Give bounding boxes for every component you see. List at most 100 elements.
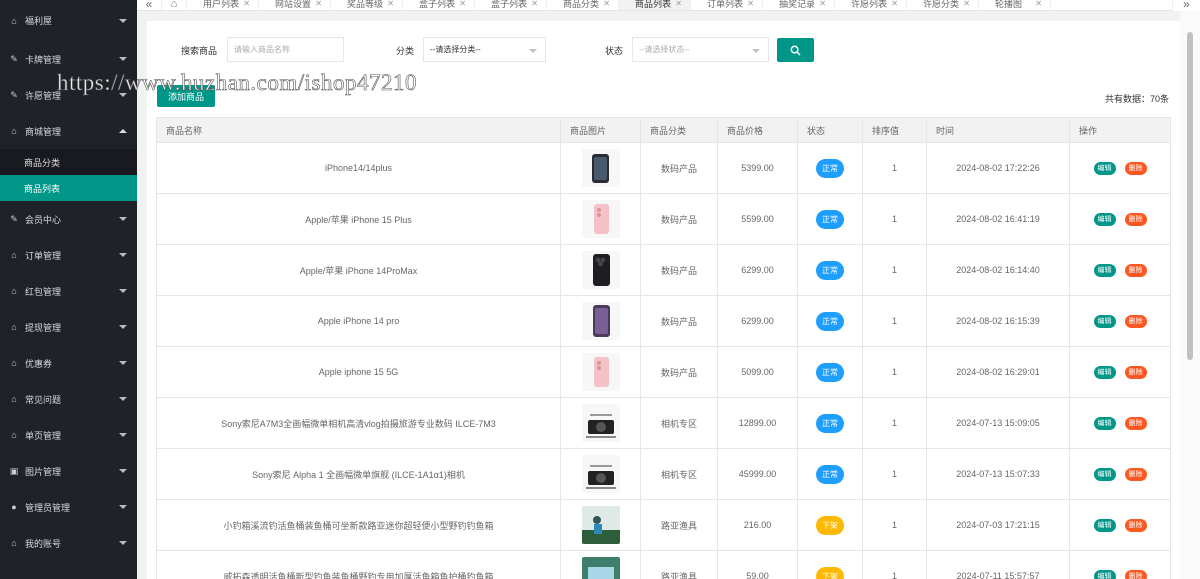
table-row: Sony索尼 Alpha 1 全画幅微单旗舰 (ILCE-1A1α1)相机 相机专… (156, 448, 1171, 500)
edit-button[interactable]: 编辑 (1093, 569, 1116, 579)
delete-button[interactable]: 删除 (1124, 416, 1147, 430)
home-tab[interactable]: ⌂ (162, 0, 187, 10)
delete-button[interactable]: 删除 (1124, 467, 1147, 481)
home-icon: ⌂ (11, 358, 17, 368)
tab[interactable]: 盒子列表 ✕ (475, 0, 547, 10)
sidebar-subitem[interactable]: 商品列表 (0, 175, 137, 201)
sidebar-item[interactable]: ⌂ 单页管理 (0, 417, 137, 453)
close-icon[interactable]: ✕ (963, 0, 970, 8)
tab[interactable]: 商品列表 ✕ (619, 0, 691, 10)
close-icon[interactable]: ✕ (747, 0, 754, 8)
delete-button[interactable]: 删除 (1124, 569, 1147, 579)
tab[interactable]: 订单列表 ✕ (691, 0, 763, 10)
status-badge[interactable]: 正常 (816, 362, 844, 382)
close-icon[interactable]: ✕ (603, 0, 610, 8)
edit-button[interactable]: 编辑 (1093, 365, 1116, 379)
delete-button[interactable]: 删除 (1124, 365, 1147, 379)
close-icon[interactable]: ✕ (1035, 0, 1042, 8)
search-icon (790, 45, 801, 55)
search-button[interactable] (777, 38, 814, 62)
edit-button[interactable]: 编辑 (1093, 467, 1116, 481)
delete-button[interactable]: 删除 (1124, 518, 1147, 532)
sidebar-item[interactable]: ⌂ 提现管理 (0, 309, 137, 345)
tab[interactable]: 盒子列表 ✕ (403, 0, 475, 10)
tab[interactable]: 抽奖记录 ✕ (763, 0, 835, 10)
column-header: 操作 (1069, 117, 1171, 143)
column-header: 商品名称 (156, 117, 561, 143)
delete-button[interactable]: 删除 (1124, 212, 1147, 226)
close-icon[interactable]: ✕ (315, 0, 322, 8)
status-badge[interactable]: 正常 (816, 413, 844, 433)
tab-label: 奖品等级 (347, 0, 384, 9)
sidebar-item[interactable]: ● 管理员管理 (0, 489, 137, 525)
price-cell: 59.00 (717, 550, 798, 579)
sidebar-item-label: 管理员管理 (25, 502, 71, 513)
delete-button[interactable]: 删除 (1124, 161, 1147, 175)
main-content: 搜索商品 请输入商品名称 分类 --请选择分类-- 状态 --请选择状态-- 添… (147, 21, 1180, 579)
chevron-down-icon (119, 217, 127, 221)
product-image-cell (560, 397, 641, 449)
delete-button[interactable]: 删除 (1124, 263, 1147, 277)
status-select[interactable]: --请选择状态-- (632, 37, 769, 62)
status-badge[interactable]: 正常 (816, 464, 844, 484)
close-icon[interactable]: ✕ (459, 0, 466, 8)
sidebar-item[interactable]: ⌂ 我的账号 (0, 525, 137, 561)
delete-button[interactable]: 删除 (1124, 314, 1147, 328)
tab[interactable]: 奖品等级 ✕ (331, 0, 403, 10)
sidebar-item[interactable]: ✎ 卡牌管理 (0, 41, 137, 77)
tabs-scroll-right-button[interactable]: » (1172, 0, 1200, 11)
status-badge[interactable]: 正常 (816, 260, 844, 280)
close-icon[interactable]: ✕ (531, 0, 538, 8)
tab[interactable]: 商品分类 ✕ (547, 0, 619, 10)
product-thumbnail (581, 506, 620, 544)
product-search-input[interactable]: 请输入商品名称 (227, 37, 344, 62)
edit-button[interactable]: 编辑 (1093, 212, 1116, 226)
sidebar-item[interactable]: ⌂ 福利屋 (0, 0, 137, 41)
status-badge[interactable]: 正常 (816, 209, 844, 229)
sidebar-item[interactable]: ▣ 图片管理 (0, 453, 137, 489)
status-badge[interactable]: 下架 (816, 515, 844, 535)
sidebar-item[interactable]: ⌂ 红包管理 (0, 273, 137, 309)
edit-button[interactable]: 编辑 (1093, 314, 1116, 328)
sidebar-item[interactable]: ✎ 会员中心 (0, 201, 137, 237)
tab[interactable]: 轮播图 ✕ (979, 0, 1051, 10)
tab[interactable]: 网站设置 ✕ (259, 0, 331, 10)
tab[interactable]: 许愿列表 ✕ (835, 0, 907, 10)
sidebar-item[interactable]: ⌂ 优惠券 (0, 345, 137, 381)
close-icon[interactable]: ✕ (891, 0, 898, 8)
close-icon[interactable]: ✕ (387, 0, 394, 8)
home-icon: ⌂ (11, 250, 17, 260)
time-cell: 2024-07-03 17:21:15 (926, 499, 1070, 551)
sidebar-item[interactable]: ✎ 许愿管理 (0, 77, 137, 113)
chevron-down-icon (119, 505, 127, 509)
table-row: 小钓箱溪流钓活鱼桶装鱼桶可坐新款路亚迷你超轻便小型野钓钓鱼箱 路亚渔具 216.00… (156, 499, 1171, 551)
sidebar-item[interactable]: ⌂ 订单管理 (0, 237, 137, 273)
tab[interactable]: 许愿分类 ✕ (907, 0, 979, 10)
close-icon[interactable]: ✕ (675, 0, 682, 8)
sidebar-item[interactable]: ⌂ 商城管理 (0, 113, 137, 149)
category-select-value: --请选择分类-- (430, 45, 481, 54)
edit-button[interactable]: 编辑 (1093, 161, 1116, 175)
close-icon[interactable]: ✕ (243, 0, 250, 8)
edit-button[interactable]: 编辑 (1093, 416, 1116, 430)
edit-button[interactable]: 编辑 (1093, 518, 1116, 532)
sidebar-item-label: 红包管理 (25, 286, 62, 297)
status-badge[interactable]: 正常 (816, 158, 844, 178)
close-icon[interactable]: ✕ (819, 0, 826, 8)
chevron-down-icon (119, 361, 127, 365)
status-cell: 正常 (797, 193, 863, 245)
sidebar-item[interactable]: ⌂ 常见问题 (0, 381, 137, 417)
add-product-button[interactable]: 添加商品 (157, 85, 215, 107)
scrollbar-thumb[interactable] (1187, 32, 1193, 360)
actions-cell: 编辑 删除 (1069, 142, 1171, 194)
category-select[interactable]: --请选择分类-- (423, 37, 546, 62)
tabs-scroll-left-button[interactable]: « (137, 0, 162, 10)
status-select-placeholder: --请选择状态-- (639, 45, 690, 54)
sidebar-subitem[interactable]: 商品分类 (0, 149, 137, 175)
row-actions: 编辑 删除 (1070, 365, 1170, 379)
edit-button[interactable]: 编辑 (1093, 263, 1116, 277)
status-badge[interactable]: 下架 (816, 566, 844, 579)
status-badge[interactable]: 正常 (816, 311, 844, 331)
vertical-scrollbar[interactable] (1180, 11, 1200, 579)
tab[interactable]: 用户列表 ✕ (187, 0, 259, 10)
